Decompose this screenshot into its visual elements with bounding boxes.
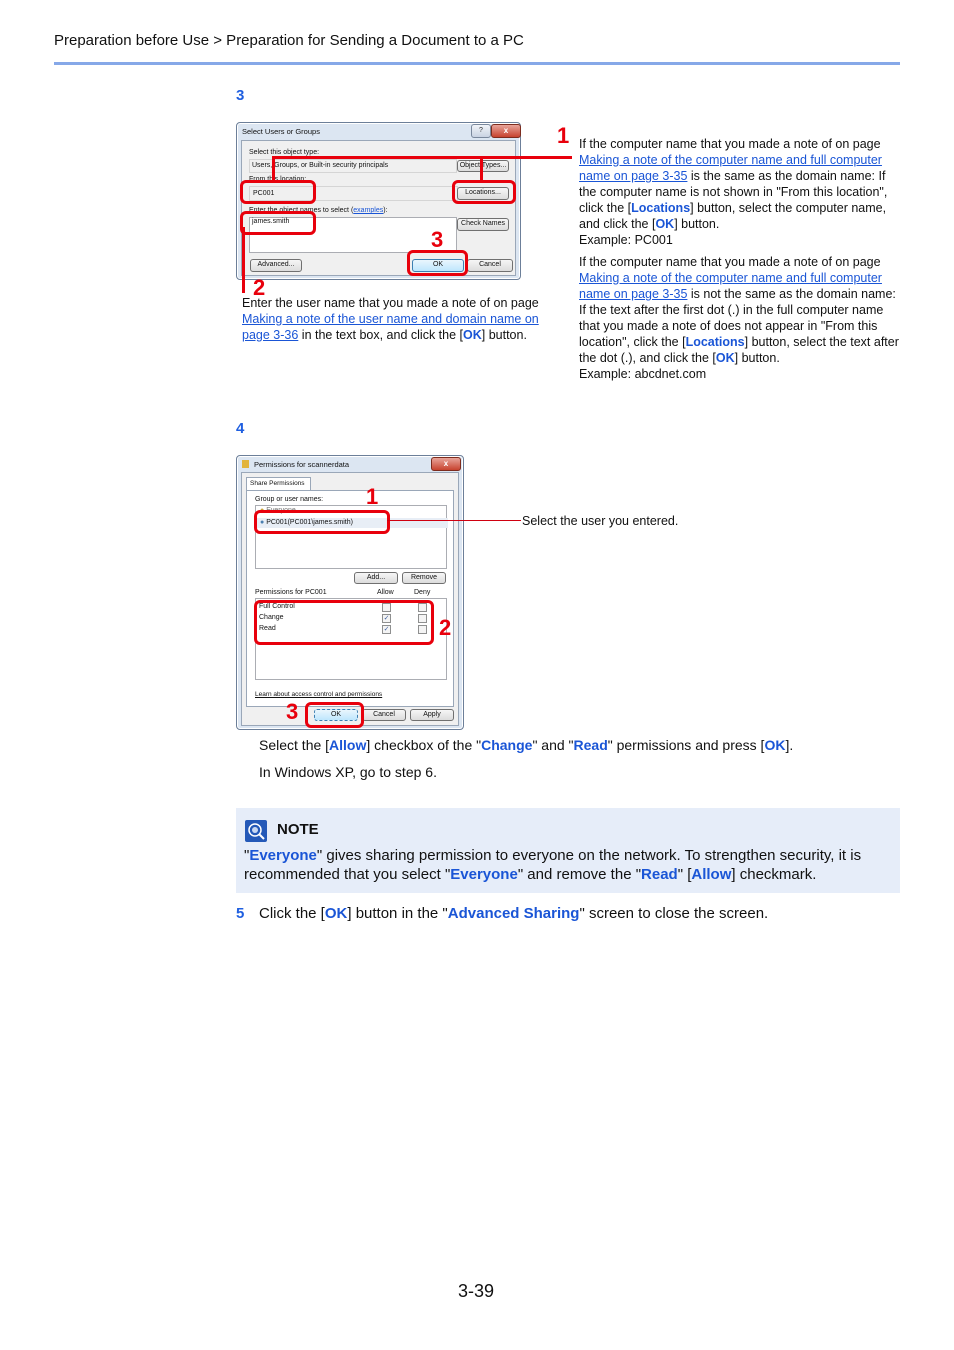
allow-label: Allow xyxy=(329,737,367,753)
highlight-permissions xyxy=(254,600,434,645)
advanced-button[interactable]: Advanced... xyxy=(250,259,302,272)
text: ] button in the " xyxy=(347,905,448,922)
add-button[interactable]: Add... xyxy=(354,572,398,584)
callout-1-description-different-domain: If the computer name that you made a not… xyxy=(579,254,899,382)
ok-label: OK xyxy=(324,905,348,922)
highlight-names-input xyxy=(240,211,316,235)
callout-1: 1 xyxy=(366,484,379,509)
callout-2-description: Enter the user name that you made a note… xyxy=(242,295,562,343)
step-number-3: 3 xyxy=(236,87,245,104)
highlight-ok-button xyxy=(305,702,364,728)
highlight-location-field xyxy=(240,180,316,204)
note-box: NOTE "Everyone" gives sharing permission… xyxy=(236,808,900,893)
dialog-title: Select Users or Groups xyxy=(242,127,320,136)
dialog-title: Permissions for scannerdata xyxy=(254,460,350,469)
deny-header: Deny xyxy=(414,589,431,596)
text: ]. xyxy=(785,737,794,753)
page-number: 3-39 xyxy=(458,1281,495,1301)
callout-line xyxy=(480,156,483,181)
step5-instruction: Click the [OK] button in the "Advanced S… xyxy=(259,905,768,922)
text: " and " xyxy=(532,737,574,753)
advanced-sharing-label: Advanced Sharing xyxy=(447,905,580,922)
text: " screen to close the screen. xyxy=(579,905,769,922)
ok-label: OK xyxy=(655,217,675,231)
text: If the computer name that you made a not… xyxy=(579,255,881,269)
ok-label: OK xyxy=(764,737,786,753)
cancel-button[interactable]: Cancel xyxy=(467,259,513,272)
callout-line xyxy=(387,520,521,521)
text: ] button. xyxy=(734,351,780,365)
step-number-5: 5 xyxy=(236,905,245,922)
note-icon xyxy=(245,820,267,842)
text: Click the [ xyxy=(259,905,325,922)
text: " permissions and press [ xyxy=(607,737,765,753)
allow-label: Allow xyxy=(691,866,732,883)
text: " and remove the " xyxy=(517,866,642,883)
ok-label: OK xyxy=(715,351,735,365)
callout-1-description-same-domain: If the computer name that you made a not… xyxy=(579,136,897,248)
select-user-description: Select the user you entered. xyxy=(522,514,679,528)
change-label: Change xyxy=(481,737,533,753)
tab-share-permissions[interactable]: Share Permissions xyxy=(246,477,311,490)
note-title: NOTE xyxy=(277,821,319,838)
object-types-button[interactable]: Object Types... xyxy=(457,160,509,172)
text: Select the [ xyxy=(259,737,330,753)
callout-line xyxy=(242,227,245,293)
read-label: Read xyxy=(573,737,608,753)
cancel-button[interactable]: Cancel xyxy=(362,709,406,721)
learn-link[interactable]: Learn about access control and permissio… xyxy=(255,691,382,698)
group-label: Group or user names: xyxy=(255,496,324,503)
object-type-field: Users, Groups, or Built-in security prin… xyxy=(249,159,457,173)
highlight-user-row xyxy=(254,510,390,534)
remove-button[interactable]: Remove xyxy=(402,572,446,584)
callout-3: 3 xyxy=(286,699,299,724)
callout-3: 3 xyxy=(431,227,444,252)
folder-icon xyxy=(242,460,249,468)
locations-label: Locations xyxy=(631,201,691,215)
text: " [ xyxy=(677,866,692,883)
highlight-ok-button xyxy=(407,250,468,276)
text: in the text box, and click the [ xyxy=(298,328,463,342)
apply-button[interactable]: Apply xyxy=(410,709,454,721)
callout-line xyxy=(272,156,572,159)
permissions-label: Permissions for PC001 xyxy=(255,589,327,596)
text: If the computer name that you made a not… xyxy=(579,137,881,151)
highlight-locations-button xyxy=(452,180,516,204)
note-text: "Everyone" gives sharing permission to e… xyxy=(244,846,894,884)
example-text: Example: PC001 xyxy=(579,233,673,247)
everyone-label: Everyone xyxy=(249,847,317,864)
close-icon[interactable]: x xyxy=(431,457,461,471)
text: ] button. xyxy=(481,328,527,342)
text: Enter the user name that you made a note… xyxy=(242,296,539,310)
callout-1: 1 xyxy=(557,123,570,148)
text: ] checkbox of the " xyxy=(366,737,482,753)
permissions-dialog: Permissions for scannerdata x Share Perm… xyxy=(236,455,464,730)
check-names-button[interactable]: Check Names xyxy=(457,218,509,231)
example-text: Example: abcdnet.com xyxy=(579,367,707,381)
text: ] checkmark. xyxy=(731,866,817,883)
dialog-body: Select this object type: Users, Groups, … xyxy=(241,140,516,276)
object-type-label: Select this object type: xyxy=(249,149,320,156)
breadcrumb: Preparation before Use > Preparation for… xyxy=(54,32,524,49)
everyone-label: Everyone xyxy=(450,866,518,883)
close-icon[interactable]: x xyxy=(491,124,521,138)
read-label: Read xyxy=(641,866,678,883)
step4-instruction: Select the [Allow] checkbox of the "Chan… xyxy=(259,737,793,753)
locations-label: Locations xyxy=(685,335,745,349)
examples-link[interactable]: examples xyxy=(353,207,383,214)
text: ] button. xyxy=(674,217,720,231)
help-icon[interactable]: ? xyxy=(471,124,491,138)
header-divider xyxy=(54,62,900,65)
xp-note: In Windows XP, go to step 6. xyxy=(259,764,437,780)
ok-label: OK xyxy=(463,328,482,342)
callout-line xyxy=(272,156,275,181)
step-number-4: 4 xyxy=(236,420,245,437)
allow-header: Allow xyxy=(377,589,394,596)
callout-2: 2 xyxy=(439,615,452,640)
